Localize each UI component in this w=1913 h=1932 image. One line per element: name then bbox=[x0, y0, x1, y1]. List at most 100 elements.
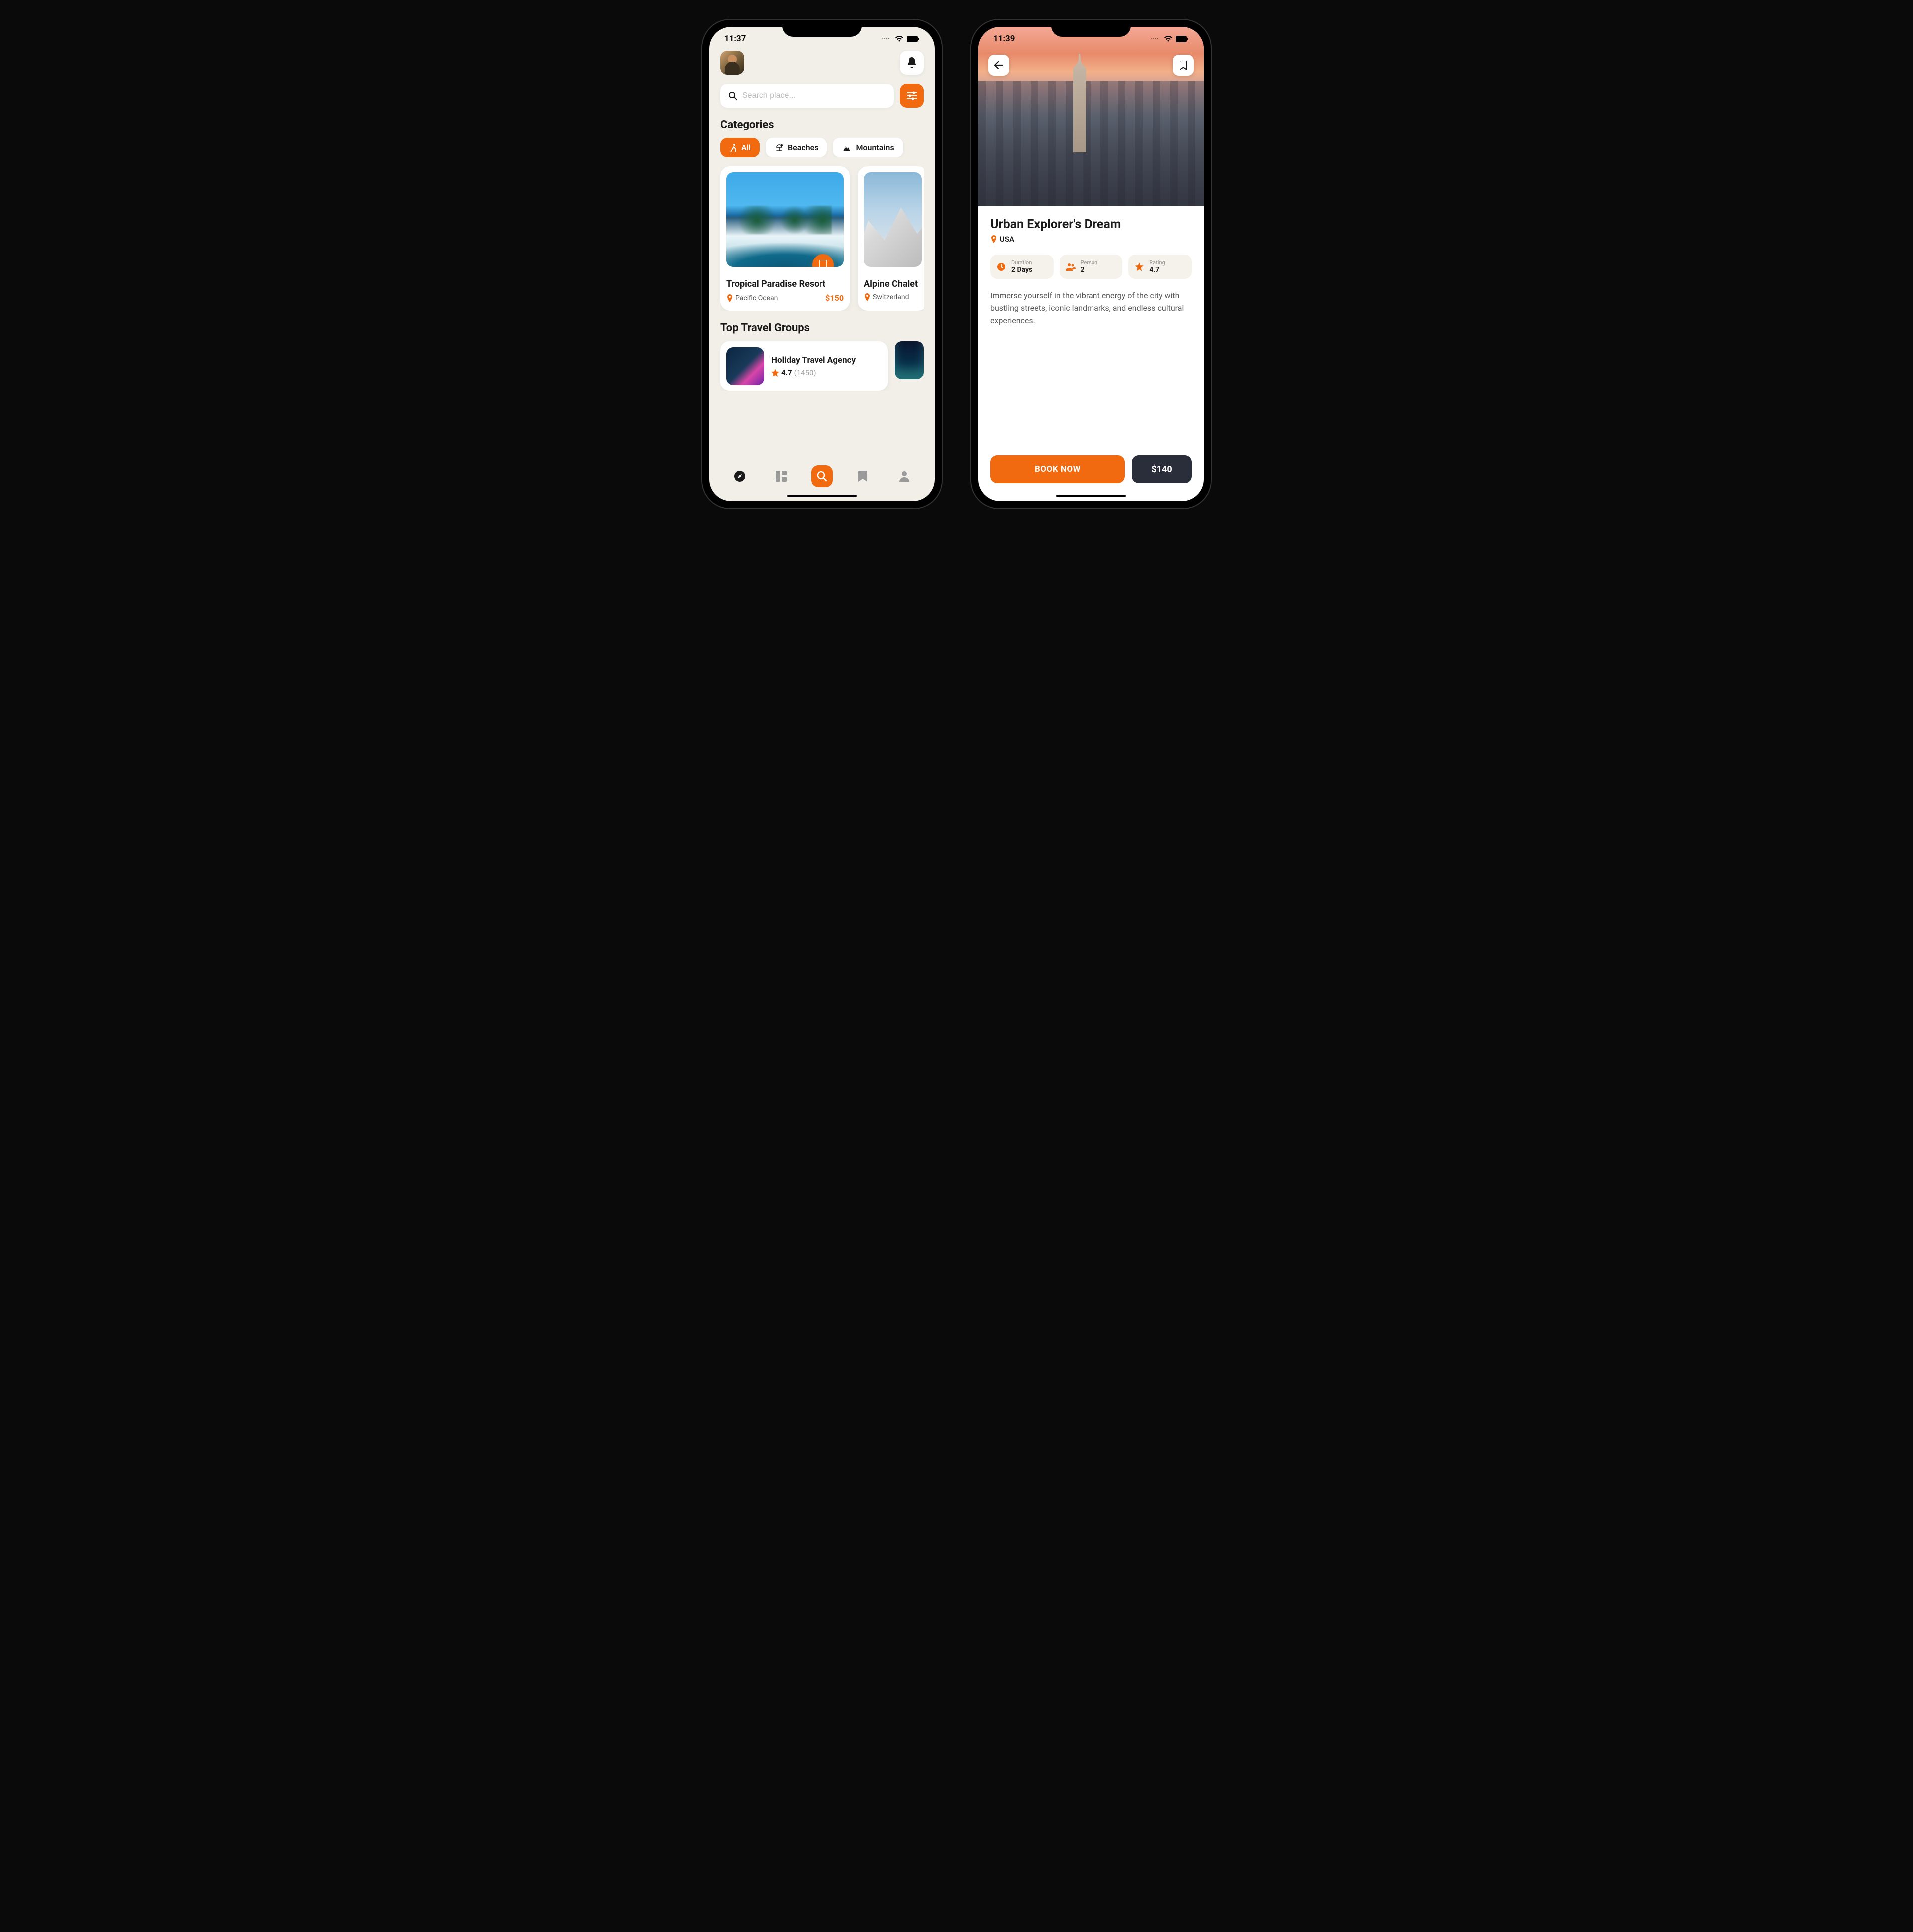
bookmark-icon bbox=[1180, 61, 1187, 70]
arrow-left-icon bbox=[994, 61, 1003, 69]
groups-scroll[interactable]: Holiday Travel Agency 4.7 (1450) bbox=[720, 341, 924, 391]
home-indicator bbox=[787, 495, 857, 497]
bookmark-icon bbox=[858, 471, 867, 482]
phone-home: 11:37 •••• bbox=[702, 20, 942, 508]
stat-label: Duration bbox=[1011, 259, 1032, 266]
battery-icon bbox=[1176, 36, 1189, 42]
star-icon bbox=[1135, 262, 1144, 271]
nav-grid[interactable] bbox=[770, 465, 792, 487]
location-text: Pacific Ocean bbox=[735, 294, 778, 302]
search-box[interactable] bbox=[720, 84, 894, 108]
detail-title: Urban Explorer's Dream bbox=[990, 217, 1192, 232]
notifications-button[interactable] bbox=[900, 51, 924, 75]
pin-icon bbox=[726, 294, 733, 302]
beach-icon bbox=[775, 144, 784, 152]
pin-icon bbox=[864, 293, 871, 301]
stats-row: Duration 2 Days Person 2 Rating 4.7 bbox=[990, 255, 1192, 279]
chip-label: Beaches bbox=[788, 143, 818, 152]
destination-title: Alpine Chalet bbox=[864, 279, 922, 289]
price-button[interactable]: $140 bbox=[1132, 455, 1192, 483]
group-card[interactable]: Holiday Travel Agency 4.7 (1450) bbox=[720, 341, 888, 391]
categories-title: Categories bbox=[720, 119, 924, 131]
detail-footer: BOOK NOW $140 bbox=[978, 445, 1204, 501]
pin-icon bbox=[990, 235, 997, 243]
sliders-icon bbox=[907, 91, 917, 100]
chip-all[interactable]: All bbox=[720, 138, 760, 157]
hero-image: 11:39 •••• bbox=[978, 27, 1204, 206]
nav-profile[interactable] bbox=[893, 465, 915, 487]
nav-bookmarks[interactable] bbox=[852, 465, 874, 487]
destination-card[interactable]: Tropical Paradise Resort Pacific Ocean $… bbox=[720, 166, 850, 311]
compass-icon bbox=[734, 470, 746, 482]
destination-meta: Switzerland bbox=[864, 293, 922, 301]
location-text: Switzerland bbox=[873, 293, 909, 301]
bookmark-button[interactable] bbox=[812, 254, 834, 267]
notch bbox=[1051, 20, 1131, 37]
clock-icon bbox=[997, 262, 1006, 271]
cell-dots-icon: •••• bbox=[882, 37, 890, 41]
chip-label: Mountains bbox=[856, 143, 894, 152]
destinations-scroll[interactable]: Tropical Paradise Resort Pacific Ocean $… bbox=[720, 166, 924, 311]
destination-card[interactable]: Alpine Chalet Switzerland bbox=[858, 166, 924, 311]
stat-duration: Duration 2 Days bbox=[990, 255, 1054, 279]
stat-person: Person 2 bbox=[1060, 255, 1123, 279]
destination-price: $150 bbox=[825, 293, 844, 303]
stat-value: 2 Days bbox=[1011, 266, 1032, 274]
destination-location: Switzerland bbox=[864, 293, 909, 301]
category-chips: All Beaches Mountains bbox=[720, 138, 924, 157]
battery-icon bbox=[907, 36, 920, 42]
status-time: 11:37 bbox=[724, 34, 746, 44]
wifi-icon bbox=[1164, 35, 1173, 42]
phone-detail: 11:39 •••• Urban Explorer's Dream bbox=[971, 20, 1211, 508]
status-right: •••• bbox=[882, 35, 920, 42]
detail-location: USA bbox=[990, 235, 1192, 244]
stat-value: 2 bbox=[1081, 266, 1097, 274]
home-indicator bbox=[1056, 495, 1126, 497]
bookmark-icon bbox=[819, 260, 827, 267]
group-card-partial[interactable] bbox=[895, 341, 924, 379]
nav-search[interactable] bbox=[811, 465, 833, 487]
stat-rating: Rating 4.7 bbox=[1128, 255, 1192, 279]
destination-meta: Pacific Ocean $150 bbox=[726, 293, 844, 303]
stat-label: Person bbox=[1081, 259, 1097, 266]
search-row bbox=[720, 84, 924, 108]
avatar[interactable] bbox=[720, 51, 744, 75]
grid-icon bbox=[776, 471, 787, 482]
group-image bbox=[726, 347, 764, 385]
bell-icon bbox=[907, 57, 917, 68]
top-row bbox=[720, 51, 924, 75]
group-name: Holiday Travel Agency bbox=[771, 355, 856, 365]
nav-explore[interactable] bbox=[729, 465, 751, 487]
destination-image bbox=[726, 172, 844, 267]
detail-body: Urban Explorer's Dream USA Duration 2 Da… bbox=[978, 206, 1204, 445]
hero-actions bbox=[988, 55, 1194, 76]
people-icon bbox=[1066, 263, 1076, 271]
stat-value: 4.7 bbox=[1149, 266, 1165, 274]
detail-description: Immerse yourself in the vibrant energy o… bbox=[990, 290, 1192, 327]
rating-score: 4.7 bbox=[781, 368, 792, 377]
chip-beaches[interactable]: Beaches bbox=[766, 138, 827, 157]
book-now-button[interactable]: BOOK NOW bbox=[990, 455, 1125, 483]
mountain-icon bbox=[842, 144, 852, 151]
cell-dots-icon: •••• bbox=[1151, 37, 1159, 41]
status-right: •••• bbox=[1151, 35, 1189, 42]
user-icon bbox=[899, 471, 909, 482]
search-icon bbox=[728, 91, 737, 100]
bookmark-button[interactable] bbox=[1173, 55, 1194, 76]
groups-title: Top Travel Groups bbox=[720, 322, 924, 334]
filter-button[interactable] bbox=[900, 84, 924, 108]
back-button[interactable] bbox=[988, 55, 1009, 76]
star-icon bbox=[771, 369, 779, 377]
chip-mountains[interactable]: Mountains bbox=[833, 138, 903, 157]
hiker-icon bbox=[729, 143, 737, 152]
home-screen: 11:37 •••• bbox=[709, 27, 935, 501]
search-input[interactable] bbox=[742, 91, 886, 100]
rating-count: (1450) bbox=[794, 368, 816, 377]
location-text: USA bbox=[1000, 235, 1014, 244]
status-time: 11:39 bbox=[993, 34, 1015, 44]
search-icon bbox=[817, 471, 827, 482]
wifi-icon bbox=[895, 35, 904, 42]
destination-title: Tropical Paradise Resort bbox=[726, 279, 844, 289]
destination-image bbox=[864, 172, 922, 267]
stat-label: Rating bbox=[1149, 259, 1165, 266]
